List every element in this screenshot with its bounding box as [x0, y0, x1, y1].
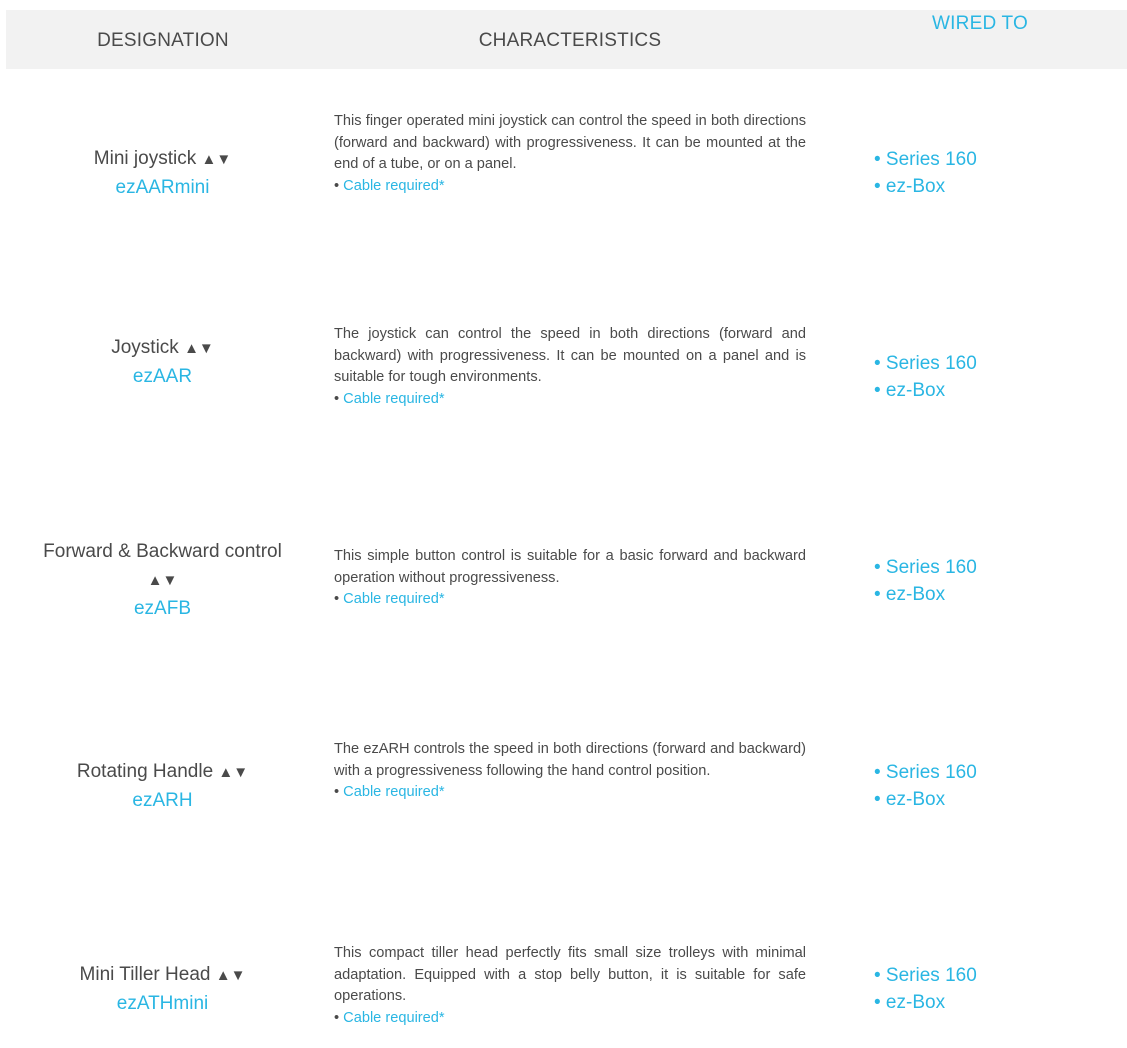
cable-required-link[interactable]: Cable required* [343, 391, 444, 407]
table-row: Forward & Backward control ▲▼ ezAFB This… [0, 538, 1127, 628]
description-text: The ezARH controls the speed in both dir… [334, 741, 806, 779]
bullet: • [334, 784, 344, 800]
bullet: • [334, 1009, 344, 1026]
header-characteristics: CHARACTERISTICS [478, 30, 662, 51]
wired-to-cell: • Series 160 • ez-Box [874, 962, 1074, 1016]
cable-required-link[interactable]: Cable required* [343, 178, 444, 194]
product-name: Mini Tiller Head [79, 964, 211, 985]
sort-arrows-icon[interactable]: ▲▼ [148, 572, 178, 589]
characteristics-cell: The ezARH controls the speed in both dir… [334, 739, 806, 804]
bullet: • [334, 591, 344, 607]
characteristics-cell: This finger operated mini joystick can c… [334, 111, 806, 197]
sort-arrows-icon[interactable]: ▲▼ [218, 764, 248, 781]
cable-required-link[interactable]: Cable required* [343, 784, 444, 800]
sort-arrows-icon[interactable]: ▲▼ [216, 967, 246, 984]
table-row: Mini joystick ▲▼ ezAARmini This finger o… [0, 108, 1127, 248]
wired-series-link[interactable]: • Series 160 [874, 554, 1074, 581]
wired-to-cell: • Series 160 • ez-Box [874, 350, 1074, 404]
product-code-link[interactable]: ezAFB [40, 595, 285, 623]
bullet: • [334, 390, 344, 407]
wired-ezbox-link[interactable]: • ez-Box [874, 581, 1074, 608]
product-name: Joystick [111, 337, 179, 358]
product-name: Forward & Backward control [43, 541, 282, 562]
wired-ezbox-link[interactable]: • ez-Box [874, 786, 1074, 813]
header-wired-to: WIRED TO [932, 13, 1028, 34]
table-row: Mini Tiller Head ▲▼ ezATHmini This compa… [0, 943, 1127, 1043]
cable-required-link[interactable]: Cable required* [343, 591, 444, 607]
wired-to-cell: • Series 160 • ez-Box [874, 146, 1074, 200]
product-code-link[interactable]: ezAARmini [40, 174, 285, 202]
table-header: DESIGNATION CHARACTERISTICS WIRED TO [6, 10, 1127, 69]
product-code-link[interactable]: ezARH [40, 787, 285, 815]
header-designation: DESIGNATION [97, 30, 229, 51]
designation-cell: Forward & Backward control ▲▼ ezAFB [40, 538, 285, 623]
cable-required-link[interactable]: Cable required* [343, 1010, 444, 1026]
wired-ezbox-link[interactable]: • ez-Box [874, 377, 1074, 404]
wired-series-link[interactable]: • Series 160 [874, 146, 1074, 173]
wired-series-link[interactable]: • Series 160 [874, 962, 1074, 989]
description-text: This simple button control is suitable f… [334, 548, 806, 586]
characteristics-cell: This simple button control is suitable f… [334, 546, 806, 611]
wired-ezbox-link[interactable]: • ez-Box [874, 989, 1074, 1016]
characteristics-cell: The joystick can control the speed in bo… [334, 324, 806, 410]
description-text: This finger operated mini joystick can c… [334, 113, 806, 172]
wired-to-cell: • Series 160 • ez-Box [874, 759, 1074, 813]
wired-series-link[interactable]: • Series 160 [874, 759, 1074, 786]
product-code-link[interactable]: ezAAR [40, 363, 285, 391]
table-row: Joystick ▲▼ ezAAR The joystick can contr… [0, 324, 1127, 434]
sort-arrows-icon[interactable]: ▲▼ [201, 151, 231, 168]
sort-arrows-icon[interactable]: ▲▼ [184, 340, 214, 357]
wired-series-link[interactable]: • Series 160 [874, 350, 1074, 377]
designation-cell: Rotating Handle ▲▼ ezARH [40, 758, 285, 815]
description-text: The joystick can control the speed in bo… [334, 326, 806, 385]
characteristics-cell: This compact tiller head perfectly fits … [334, 943, 806, 1029]
designation-cell: Mini joystick ▲▼ ezAARmini [40, 145, 285, 202]
wired-to-cell: • Series 160 • ez-Box [874, 554, 1074, 608]
table-row: Rotating Handle ▲▼ ezARH The ezARH contr… [0, 739, 1127, 839]
description-text: This compact tiller head perfectly fits … [334, 945, 806, 1004]
product-code-link[interactable]: ezATHmini [40, 990, 285, 1018]
wired-ezbox-link[interactable]: • ez-Box [874, 173, 1074, 200]
product-name: Mini joystick [93, 148, 197, 169]
designation-cell: Mini Tiller Head ▲▼ ezATHmini [40, 961, 285, 1018]
designation-cell: Joystick ▲▼ ezAAR [40, 334, 285, 391]
product-name: Rotating Handle [76, 761, 214, 782]
bullet: • [334, 177, 344, 194]
